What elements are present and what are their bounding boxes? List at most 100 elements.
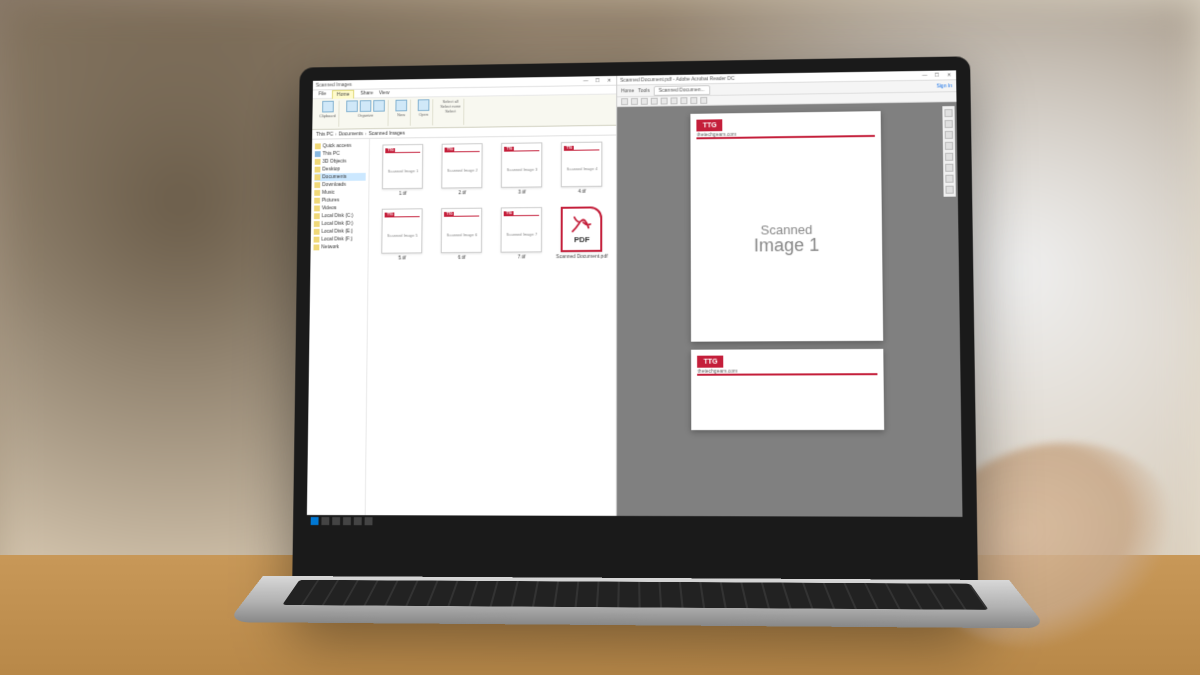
new-folder-icon[interactable] (396, 100, 408, 112)
folder-icon (315, 167, 321, 173)
pdf-tab-tools[interactable]: Tools (638, 88, 650, 94)
chevron-right-icon: › (335, 131, 337, 137)
export-icon[interactable] (944, 109, 952, 117)
file-thumb[interactable]: TTGScanned Image 66.tif (434, 208, 490, 267)
ribbon: Clipboard Organize New (312, 94, 616, 130)
copy-to-icon[interactable] (360, 100, 372, 112)
file-thumb[interactable]: TTGScanned Image 55.tif (374, 208, 430, 267)
start-button[interactable] (311, 517, 319, 525)
mail-icon[interactable] (641, 98, 648, 105)
bc-documents[interactable]: Documents (339, 131, 363, 137)
file-thumb[interactable]: TTGScanned Image 11.tif (375, 144, 431, 203)
fit-icon[interactable] (690, 97, 697, 104)
file-explorer-window: Scanned Images — ☐ ✕ File Home Share Vie… (307, 76, 617, 528)
laptop-keyboard (227, 576, 1047, 629)
star-icon (315, 143, 321, 149)
file-thumb[interactable]: TTGScanned Image 44.tif (554, 141, 610, 201)
zoom-in-icon[interactable] (670, 97, 677, 104)
properties-icon[interactable] (418, 99, 430, 111)
ttg-logo-icon: TTG (386, 148, 396, 152)
folder-icon (315, 159, 321, 165)
disk-icon (314, 237, 320, 243)
organize-icon[interactable] (945, 164, 953, 172)
tab-view[interactable]: View (379, 90, 389, 96)
disk-icon (314, 213, 320, 219)
taskbar-app-icon[interactable] (365, 517, 373, 525)
windows-taskbar[interactable] (307, 515, 963, 529)
file-grid: TTGScanned Image 11.tif TTGScanned Image… (366, 136, 617, 529)
adobe-pdf-icon (571, 215, 593, 233)
ttg-logo-icon: TTG (697, 119, 723, 131)
page-text-line2: Image 1 (754, 235, 820, 257)
folder-icon (314, 198, 320, 204)
ribbon-clipboard: Clipboard (316, 101, 340, 127)
explorer-title: Scanned Images (316, 82, 352, 88)
folder-icon (314, 205, 320, 211)
folder-icon (314, 190, 320, 196)
brand-url: thetechgears.com (698, 368, 878, 375)
bc-thispc[interactable]: This PC (316, 131, 333, 137)
pdf-canvas[interactable]: TTG thetechgears.com Scanned Image 1 TTG… (617, 102, 963, 529)
pdf-viewer-window: Scanned Document.pdf - Adobe Acrobat Rea… (617, 70, 963, 529)
ribbon-open: Open (415, 99, 434, 125)
edit-icon[interactable] (945, 131, 953, 139)
taskbar-search-icon[interactable] (321, 517, 329, 525)
page-nav-icon[interactable] (680, 97, 687, 104)
folder-icon (314, 182, 320, 188)
minimize-button[interactable]: — (921, 72, 929, 78)
ttg-logo-icon: TTG (444, 211, 454, 215)
pdf-file-thumb[interactable]: PDF Scanned Document.pdf (554, 206, 610, 266)
print-icon[interactable] (631, 98, 638, 105)
tab-home[interactable]: Home (332, 89, 355, 98)
zoom-out-icon[interactable] (661, 98, 668, 105)
comment-icon[interactable] (945, 142, 953, 150)
nav-pane: Quick access This PC 3D Objects Desktop … (307, 139, 370, 527)
delete-icon[interactable] (373, 100, 385, 112)
folder-icon (314, 174, 320, 180)
minimize-button[interactable]: — (582, 78, 590, 84)
disk-icon (314, 221, 320, 227)
maximize-button[interactable]: ☐ (594, 78, 602, 84)
pdf-page-1: TTG thetechgears.com Scanned Image 1 (691, 111, 884, 342)
ribbon-organize: Organize (343, 100, 389, 127)
file-thumb[interactable]: TTGScanned Image 77.tif (494, 207, 550, 267)
rotate-icon[interactable] (700, 97, 707, 104)
file-thumb[interactable]: TTGScanned Image 22.tif (434, 143, 490, 202)
pdf-side-tools (942, 106, 955, 197)
taskbar-app-icon[interactable] (354, 517, 362, 525)
move-to-icon[interactable] (346, 100, 358, 112)
paste-icon[interactable] (322, 101, 334, 113)
close-button[interactable]: ✕ (605, 77, 613, 83)
close-button[interactable]: ✕ (945, 72, 953, 78)
ttg-logo-icon: TTG (698, 356, 724, 368)
save-icon[interactable] (621, 98, 628, 105)
ribbon-new: New (392, 100, 411, 126)
ttg-logo-icon: TTG (505, 146, 515, 150)
sign-icon[interactable] (945, 175, 953, 183)
disk-icon (314, 229, 320, 235)
ribbon-select: Select all Select none Select (437, 99, 465, 126)
taskbar-app-icon[interactable] (332, 517, 340, 525)
laptop: Scanned Images — ☐ ✕ File Home Share Vie… (292, 56, 979, 623)
desktop-screen: Scanned Images — ☐ ✕ File Home Share Vie… (307, 70, 963, 529)
pc-icon (315, 151, 321, 157)
pdf-tab-home[interactable]: Home (621, 88, 634, 94)
ttg-logo-icon: TTG (564, 145, 574, 149)
pdf-title: Scanned Document.pdf - Adobe Acrobat Rea… (620, 75, 735, 83)
chevron-right-icon: › (365, 131, 367, 137)
file-thumb[interactable]: TTGScanned Image 33.tif (494, 142, 550, 201)
tab-share[interactable]: Share (360, 90, 373, 96)
more-icon[interactable] (945, 186, 953, 194)
combine-icon[interactable] (945, 153, 953, 161)
ttg-logo-icon: TTG (385, 212, 395, 216)
bc-folder[interactable]: Scanned Images (368, 130, 404, 136)
ttg-logo-icon: TTG (445, 147, 455, 151)
pdf-tab-document[interactable]: Scanned Documen... (654, 85, 710, 96)
taskbar-app-icon[interactable] (343, 517, 351, 525)
create-icon[interactable] (945, 120, 953, 128)
nav-network[interactable]: Network (313, 243, 364, 251)
search-icon[interactable] (651, 98, 658, 105)
maximize-button[interactable]: ☐ (933, 72, 941, 78)
signin-link[interactable]: Sign In (936, 83, 952, 89)
tab-file[interactable]: File (318, 91, 326, 97)
